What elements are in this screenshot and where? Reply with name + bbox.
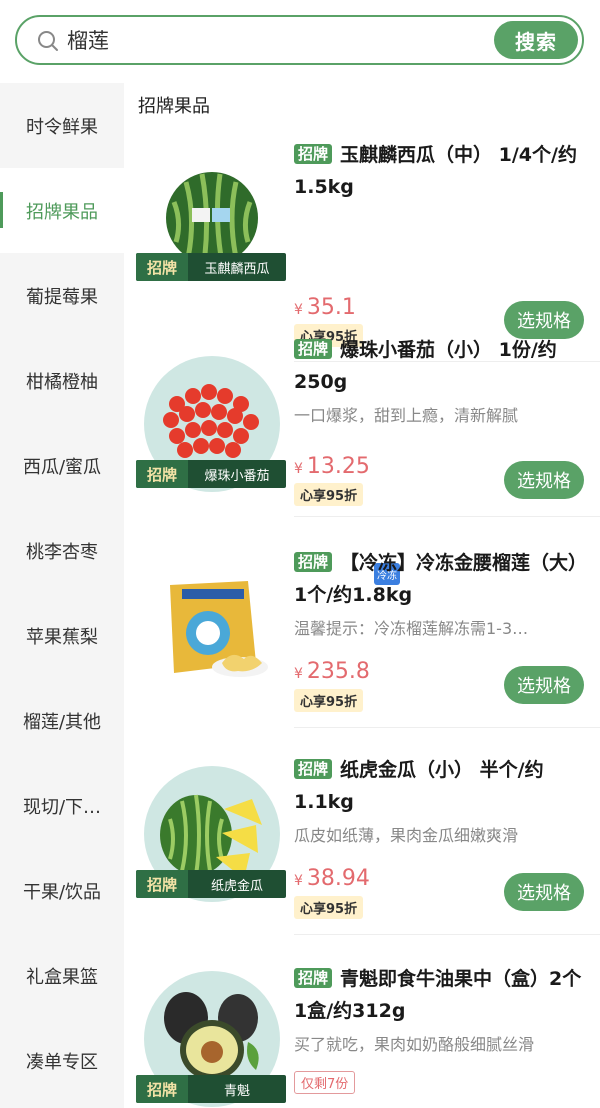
brand-tag: 招牌: [136, 1075, 188, 1103]
product-price: ¥38.94: [294, 866, 370, 891]
brand-name: 爆珠小番茄: [204, 468, 270, 484]
durian-bag-image: [170, 581, 268, 677]
sidebar-item-stone-fruit[interactable]: 桃李杏枣: [0, 508, 124, 593]
price-value: 38.94: [306, 866, 370, 891]
product-card[interactable]: 招牌 纸虎金瓜 招牌 纸虎金瓜（小） 半个/约1.1kg 瓜皮如纸薄，果肉金瓜细嫩…: [124, 748, 600, 953]
divider: [294, 934, 600, 935]
signature-tag: 招牌: [294, 968, 333, 988]
brand-tag: 招牌: [136, 870, 188, 898]
sidebar-item-seasonal[interactable]: 时令鲜果: [0, 83, 124, 168]
product-title[interactable]: 招牌 纸虎金瓜（小） 半个/约1.1kg: [294, 754, 590, 818]
signature-tag: 招牌: [294, 552, 333, 572]
sidebar-item-fresh-cut[interactable]: 现切/下…: [0, 763, 124, 848]
product-description: 瓜皮如纸薄，果肉金瓜细嫩爽滑: [294, 826, 519, 845]
product-price: ¥35.1: [294, 295, 356, 320]
product-info: 招牌 玉麒麟西瓜（中） 1/4个/约1.5kg: [294, 139, 590, 203]
product-card[interactable]: 招牌 青魁 招牌 青魁即食牛油果中（盒）2个 1盒/约312g 买了就吃，果肉如奶…: [124, 953, 600, 1108]
product-info: 招牌 【冷冻】冷冻金腰榴莲（大） 1个/约1.8kg 温馨提示：冷冻榴莲解冻需1-…: [294, 547, 590, 639]
product-title-text: 【冷冻】冷冻金腰榴莲（大） 1个/约1.8kg: [294, 552, 588, 606]
brand-name: 玉麒麟西瓜: [204, 261, 270, 277]
price-value: 35.1: [306, 295, 356, 320]
divider: [294, 516, 600, 517]
discount-badge: 心享95折: [294, 896, 364, 919]
product-image[interactable]: [138, 553, 286, 701]
discount-badge: 心享95折: [294, 689, 364, 712]
product-list: 招牌果品 招牌 玉麒麟西瓜 招牌 玉麒麟西瓜（中） 1/4个/约1.5kg ¥35…: [124, 83, 600, 1108]
brand-strip: 招牌 玉麒麟西瓜: [136, 253, 286, 281]
price-value: 235.8: [306, 659, 370, 684]
product-title[interactable]: 招牌 玉麒麟西瓜（中） 1/4个/约1.5kg: [294, 139, 590, 203]
currency-symbol: ¥: [294, 302, 303, 318]
product-card[interactable]: 招牌 玉麒麟西瓜 招牌 玉麒麟西瓜（中） 1/4个/约1.5kg ¥35.1 心享…: [124, 131, 600, 362]
currency-symbol: ¥: [294, 873, 303, 889]
product-price: ¥13.25: [294, 454, 370, 479]
sidebar-item-citrus[interactable]: 柑橘橙柚: [0, 338, 124, 423]
product-card[interactable]: 招牌 爆珠小番茄 招牌 爆珠小番茄（小） 1份/约250g 一口爆浆，甜到上瘾，清…: [124, 338, 600, 543]
brand-name: 青魁: [223, 1083, 250, 1099]
price-value: 13.25: [306, 454, 370, 479]
tomato-image: [163, 384, 259, 458]
signature-tag: 招牌: [294, 339, 333, 359]
product-description: 买了就吃，果肉如奶酪般细腻丝滑: [294, 1035, 535, 1054]
search-button[interactable]: 搜索: [494, 21, 578, 59]
sidebar-item-apple-banana-pear[interactable]: 苹果蕉梨: [0, 593, 124, 678]
sidebar-item-signature[interactable]: 招牌果品: [0, 168, 124, 253]
sidebar-item-add-on[interactable]: 凑单专区: [0, 1018, 124, 1103]
currency-symbol: ¥: [294, 666, 303, 682]
section-title: 招牌果品: [138, 96, 210, 117]
product-description: 一口爆浆，甜到上瘾，清新解腻: [294, 406, 519, 425]
product-title-text: 爆珠小番茄（小） 1份/约250g: [294, 339, 557, 393]
divider: [294, 727, 600, 728]
search-icon: [38, 31, 58, 51]
select-spec-button[interactable]: 选规格: [504, 873, 584, 911]
select-spec-button[interactable]: 选规格: [504, 461, 584, 499]
sidebar-item-durian-other[interactable]: 榴莲/其他: [0, 678, 124, 763]
brand-name: 纸虎金瓜: [210, 878, 263, 894]
sidebar-item-melons[interactable]: 西瓜/蜜瓜: [0, 423, 124, 508]
search-bar: 搜索: [15, 15, 584, 65]
product-description: 温馨提示：冷冻榴莲解冻需1-3…: [294, 619, 529, 638]
product-info: 招牌 爆珠小番茄（小） 1份/约250g 一口爆浆，甜到上瘾，清新解腻: [294, 334, 590, 426]
brand-tag: 招牌: [136, 460, 188, 488]
select-spec-button[interactable]: 选规格: [504, 666, 584, 704]
search-input[interactable]: [67, 25, 447, 55]
product-title-text: 青魁即食牛油果中（盒）2个 1盒/约312g: [294, 968, 582, 1022]
product-info: 招牌 纸虎金瓜（小） 半个/约1.1kg 瓜皮如纸薄，果肉金瓜细嫩爽滑: [294, 754, 590, 846]
product-title-text: 玉麒麟西瓜（中） 1/4个/约1.5kg: [294, 144, 577, 198]
brand-strip: 招牌 爆珠小番茄: [136, 460, 286, 488]
sidebar-item-dried-drinks[interactable]: 干果/饮品: [0, 848, 124, 933]
product-title[interactable]: 招牌 爆珠小番茄（小） 1份/约250g: [294, 334, 590, 398]
currency-symbol: ¥: [294, 461, 303, 477]
product-title[interactable]: 招牌 【冷冻】冷冻金腰榴莲（大） 1个/约1.8kg: [294, 547, 590, 611]
sidebar-item-grapes-berries[interactable]: 葡提莓果: [0, 253, 124, 338]
stock-badge: 仅剩7份: [294, 1071, 356, 1094]
product-info: 招牌 青魁即食牛油果中（盒）2个 1盒/约312g 买了就吃，果肉如奶酪般细腻丝滑: [294, 963, 590, 1055]
brand-tag: 招牌: [136, 253, 188, 281]
brand-strip: 招牌 纸虎金瓜: [136, 870, 286, 898]
product-title[interactable]: 招牌 青魁即食牛油果中（盒）2个 1盒/约312g: [294, 963, 590, 1027]
category-sidebar: 时令鲜果 招牌果品 葡提莓果 柑橘橙柚 西瓜/蜜瓜 桃李杏枣 苹果蕉梨 榴莲/其…: [0, 83, 124, 1108]
product-price: ¥235.8: [294, 659, 370, 684]
sidebar-item-gift-box[interactable]: 礼盒果篮: [0, 933, 124, 1018]
signature-tag: 招牌: [294, 144, 333, 164]
product-card[interactable]: 冷冻 招牌 【冷冻】冷冻金腰榴莲（大） 1个/约1.8kg 温馨提示：冷冻榴莲解冻…: [124, 541, 600, 746]
brand-strip: 招牌 青魁: [136, 1075, 286, 1103]
discount-badge: 心享95折: [294, 483, 364, 506]
signature-tag: 招牌: [294, 759, 333, 779]
